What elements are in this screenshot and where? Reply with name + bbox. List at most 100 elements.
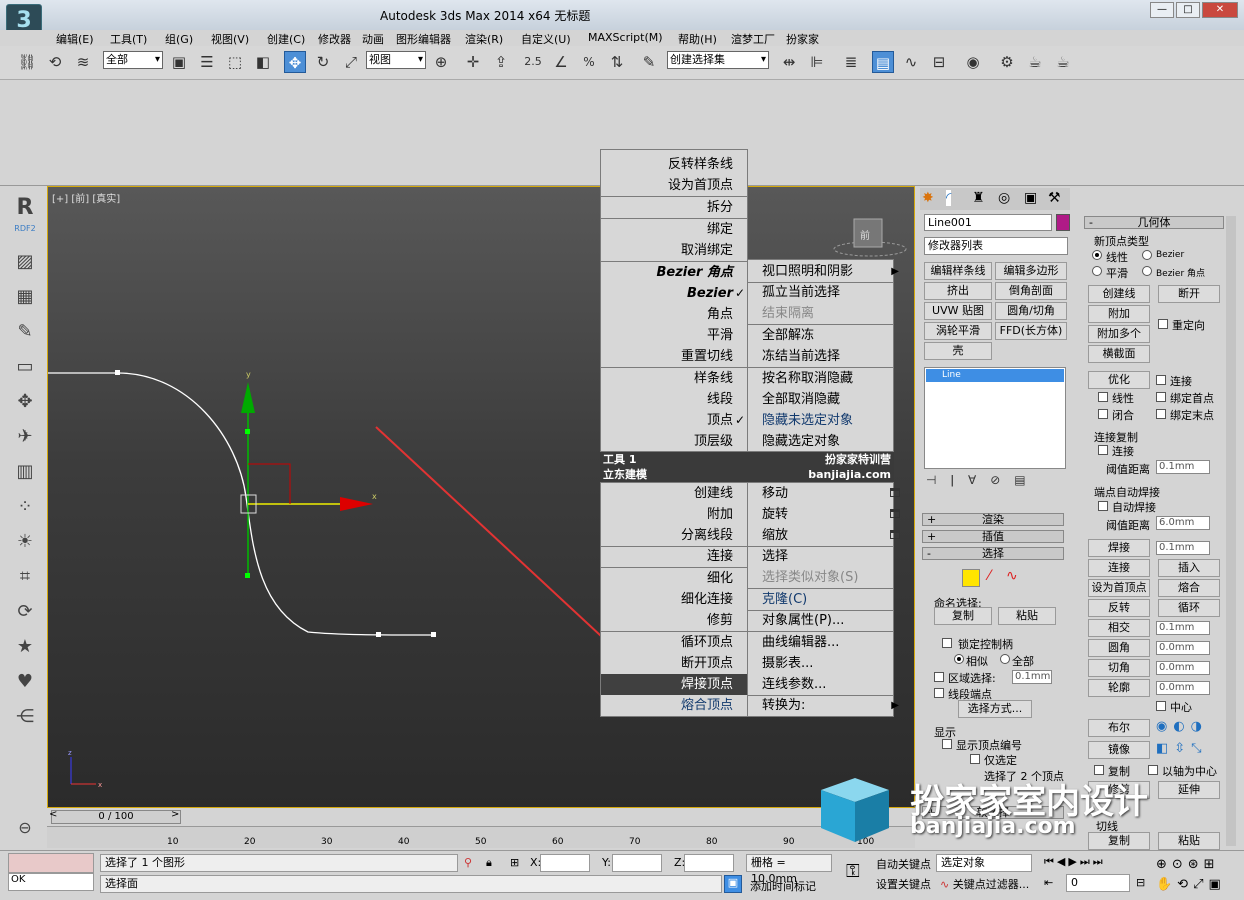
quad-item-select[interactable]: 选择 xyxy=(762,546,788,567)
fillet-button[interactable]: 圆角 xyxy=(1088,639,1150,657)
plane-icon[interactable]: ✈ xyxy=(13,425,37,449)
inbox-icon[interactable]: ▥ xyxy=(13,460,37,484)
render-production-icon[interactable]: ☕ xyxy=(1052,51,1074,73)
menu-modifiers[interactable]: 修改器 xyxy=(318,31,351,47)
quad-item-unhide-all[interactable]: 全部取消隐藏 xyxy=(762,389,840,410)
viewport-nav-controls[interactable]: ⊕⊙⊛⊞✋⟲⤢▣ xyxy=(1156,855,1240,895)
select-move-icon[interactable]: ✥ xyxy=(284,51,306,73)
menu-create[interactable]: 创建(C) xyxy=(267,31,305,47)
mod-btn-fillet-chamfer[interactable]: 圆角/切角 xyxy=(995,302,1067,320)
menu-rendering[interactable]: 渲染(R) xyxy=(465,31,503,47)
object-color-swatch[interactable] xyxy=(1056,214,1070,231)
object-name-field[interactable]: Line001 xyxy=(924,214,1052,231)
quad-item-bind[interactable]: 绑定 xyxy=(707,219,733,240)
image-icon[interactable]: ▨ xyxy=(13,250,37,274)
menu-view[interactable]: 视图(V) xyxy=(211,31,249,47)
quad-item-move[interactable]: 移动 xyxy=(762,483,900,504)
monitor-icon[interactable]: ▭ xyxy=(13,355,37,379)
menu-graph-editors[interactable]: 图形编辑器 xyxy=(396,31,451,47)
area-selection-checkbox[interactable] xyxy=(934,672,944,682)
select-scale-icon[interactable]: ⤢ xyxy=(340,51,362,73)
current-frame-field[interactable]: 0 xyxy=(1066,874,1130,892)
make-first-button[interactable]: 设为首顶点 xyxy=(1088,579,1150,597)
menu-help[interactable]: 帮助(H) xyxy=(678,31,717,47)
hierarchy-tab-icon[interactable]: ♜ xyxy=(972,190,985,206)
connect-button[interactable]: 连接 xyxy=(1088,559,1150,577)
cross-section-button[interactable]: 横截面 xyxy=(1088,345,1150,363)
pivot-icon[interactable]: ⊕ xyxy=(430,51,452,73)
keyboard-shortcut-icon[interactable]: ⇪ xyxy=(490,51,512,73)
back-icon[interactable]: ⊖ xyxy=(13,816,37,840)
rollout-selection[interactable]: - 选择 xyxy=(922,547,1064,560)
key-mode-icon[interactable]: ⇤ xyxy=(1044,876,1053,889)
lock-selection-icon[interactable]: 🔒︎ xyxy=(486,856,492,870)
quad-item-corner[interactable]: 角点 xyxy=(707,304,733,325)
cmd-scrollbar[interactable] xyxy=(1226,216,1236,846)
key-icon[interactable]: ⚿ xyxy=(846,861,860,882)
quad-item-unbind[interactable]: 取消绑定 xyxy=(681,240,733,261)
material-editor-icon[interactable]: ◉ xyxy=(962,51,984,73)
mod-btn-edit-poly[interactable]: 编辑多边形 xyxy=(995,262,1067,280)
mod-btn-turbosmooth[interactable]: 涡轮平滑 xyxy=(924,322,992,340)
vertex-mode-icon[interactable] xyxy=(962,569,980,587)
quad-item-dope-sheet[interactable]: 摄影表... xyxy=(762,653,813,674)
selected-only-checkbox[interactable] xyxy=(970,754,980,764)
create-tab-icon[interactable]: ✸ xyxy=(922,190,934,206)
y-coord-field[interactable] xyxy=(612,854,662,872)
mod-btn-extrude[interactable]: 挤出 xyxy=(924,282,992,300)
key-selection-dropdown[interactable]: 选定对象 xyxy=(936,854,1032,872)
mirror-ops-icons[interactable]: ◧⇳⤡ xyxy=(1156,741,1216,759)
quad-item-reset-tangents[interactable]: 重置切线 xyxy=(681,346,733,367)
sun-icon[interactable]: ☀ xyxy=(13,530,37,554)
all-radio[interactable] xyxy=(1000,654,1010,664)
quad-item-select-similar[interactable]: 选择类似对象(S) xyxy=(762,567,858,588)
edit-icon[interactable]: ✎ xyxy=(13,320,37,344)
center-checkbox[interactable] xyxy=(1156,701,1166,711)
bind-spacewarp-icon[interactable]: ≋ xyxy=(72,51,94,73)
linear-radio[interactable] xyxy=(1092,250,1102,260)
quad-item-weld-vertices[interactable]: 焊接顶点 xyxy=(601,674,747,695)
snap-toggle-icon[interactable]: 2.5 xyxy=(522,51,544,73)
set-key-button[interactable]: 设置关键点 xyxy=(876,876,931,892)
manipulate-icon[interactable]: ✛ xyxy=(462,51,484,73)
quad-item-connect[interactable]: 连接 xyxy=(707,546,733,567)
render-setup-icon[interactable]: ⚙ xyxy=(996,51,1018,73)
outline-spinner[interactable]: 0.0mm xyxy=(1156,681,1210,695)
close-button[interactable]: ✕ xyxy=(1202,2,1238,18)
auto-key-button[interactable]: 自动关键点 xyxy=(876,856,931,872)
quad-item-attach[interactable]: 附加 xyxy=(707,504,733,525)
unlink-icon[interactable]: ⟲ xyxy=(44,51,66,73)
mirror-icon[interactable]: ⇹ xyxy=(778,51,800,73)
fuse-button[interactable]: 熔合 xyxy=(1158,579,1220,597)
maxscript-listener[interactable] xyxy=(8,853,94,873)
window-crossing-icon[interactable]: ◧ xyxy=(252,51,274,73)
named-selection-dropdown[interactable]: 创建选择集 xyxy=(667,51,769,69)
stack-item-line[interactable]: Line xyxy=(926,369,1064,382)
smooth-radio[interactable] xyxy=(1092,266,1102,276)
mod-btn-shell[interactable]: 壳 xyxy=(924,342,992,360)
bezier-corner-radio[interactable] xyxy=(1142,266,1152,276)
quad-item-cycle-vertices[interactable]: 循环顶点 xyxy=(681,632,733,653)
quad-item-convert-to[interactable]: 转换为: ▶ xyxy=(762,695,899,716)
edit-named-sel-icon[interactable]: ✎ xyxy=(638,51,660,73)
quad-item-curve-editor[interactable]: 曲线编辑器... xyxy=(762,632,839,653)
quad-item-scale[interactable]: 缩放 xyxy=(762,525,900,546)
chamfer-spinner[interactable]: 0.0mm xyxy=(1156,661,1210,675)
reverse-button[interactable]: 反转 xyxy=(1088,599,1150,617)
mod-btn-edit-spline[interactable]: 编辑样条线 xyxy=(924,262,992,280)
quad-item-rotate[interactable]: 旋转 xyxy=(762,504,900,525)
show-vertex-numbers-checkbox[interactable] xyxy=(942,739,952,749)
refine-connect-checkbox[interactable] xyxy=(1156,375,1166,385)
move-icon[interactable]: ✥ xyxy=(13,390,37,414)
quad-item-end-isolate[interactable]: 结束隔离 xyxy=(762,303,814,324)
time-tag-icon[interactable]: ▣ xyxy=(724,875,742,893)
quad-item-refine[interactable]: 细化 xyxy=(707,568,733,589)
percent-snap-icon[interactable]: % xyxy=(578,51,600,73)
quad-item-hide-unselected[interactable]: 隐藏未选定对象 xyxy=(762,410,853,431)
quad-item-hide-selected[interactable]: 隐藏选定对象 xyxy=(762,431,840,452)
menu-group[interactable]: 组(G) xyxy=(165,31,193,47)
quad-item-wire-params[interactable]: 连线参数... xyxy=(762,674,826,695)
quad-item-trim[interactable]: 修剪 xyxy=(707,610,733,631)
isolate-icon[interactable]: ⚲ xyxy=(464,856,472,869)
cross-insert-button[interactable]: 相交 xyxy=(1088,619,1150,637)
